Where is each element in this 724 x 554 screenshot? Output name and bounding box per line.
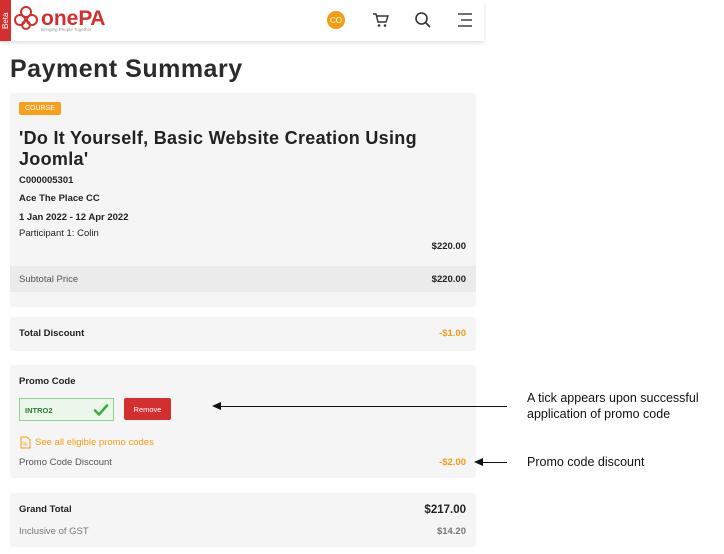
gst-label: Inclusive of GST (19, 526, 89, 537)
course-price: $220.00 (431, 241, 466, 252)
coupon-icon: % (20, 436, 31, 449)
logo-wordmark: onePA (41, 8, 105, 29)
promo-discount-value: -$2.00 (439, 457, 466, 468)
discount-annotation-arrowhead (474, 458, 483, 466)
eligible-promo-link[interactable]: % See all eligible promo codes (19, 436, 154, 449)
cart-icon[interactable] (372, 11, 390, 29)
discount-annotation: Promo code discount (527, 455, 645, 469)
top-navbar: Beta onePA Bringing People Together CO (0, 0, 484, 41)
onepa-logo-icon (14, 6, 38, 30)
total-discount-label: Total Discount (19, 328, 85, 339)
app-screen: Beta onePA Bringing People Together CO P… (0, 0, 484, 554)
course-title: 'Do It Yourself, Basic Website Creation … (19, 128, 417, 169)
promo-discount-label: Promo Code Discount (19, 457, 112, 468)
beta-tag: Beta (0, 0, 11, 41)
menu-icon[interactable] (456, 11, 474, 29)
tick-annotation: A tick appears upon successful applicati… (527, 390, 699, 422)
tick-annotation-arrow-line (220, 406, 507, 407)
total-discount-card: Total Discount -$1.00 (10, 317, 476, 351)
grand-total-value: $217.00 (424, 504, 466, 516)
promo-code-card: Promo Code INTRO2 Remove % See all eligi… (10, 365, 476, 478)
total-discount-value: -$1.00 (439, 328, 466, 339)
check-icon (93, 404, 109, 416)
tick-annotation-line1: A tick appears upon successful (527, 391, 699, 405)
promo-code-label: Promo Code (19, 376, 76, 387)
course-badge: COURSE (19, 102, 61, 115)
tick-annotation-line2: application of promo code (527, 407, 671, 421)
eligible-promo-text: See all eligible promo codes (35, 437, 154, 448)
user-avatar[interactable]: CO (327, 11, 345, 29)
participant-name: Participant 1: Colin (19, 228, 99, 239)
svg-text:%: % (22, 442, 28, 448)
grand-total-label: Grand Total (19, 504, 72, 515)
stage: Beta onePA Bringing People Together CO P… (0, 0, 724, 554)
subtotal-label: Subtotal Price (19, 274, 79, 285)
promo-code-value: INTRO2 (25, 406, 53, 415)
discount-annotation-arrow-line (482, 462, 507, 463)
course-dates: 1 Jan 2022 - 12 Apr 2022 (19, 212, 129, 223)
course-code: C000005301 (19, 175, 74, 186)
tick-annotation-arrowhead (212, 402, 221, 410)
search-icon[interactable] (414, 11, 432, 29)
course-summary-card: COURSE 'Do It Yourself, Basic Website Cr… (10, 93, 476, 307)
subtotal-value: $220.00 (431, 274, 466, 285)
promo-code-field[interactable]: INTRO2 (19, 398, 114, 421)
grand-total-card: Grand Total $217.00 Inclusive of GST $14… (10, 493, 476, 547)
logo-tagline: Bringing People Together (41, 27, 92, 32)
remove-promo-button[interactable]: Remove (124, 398, 171, 420)
page-title: Payment Summary (10, 55, 243, 83)
gst-value: $14.20 (436, 526, 466, 537)
course-venue: Ace The Place CC (19, 193, 100, 204)
subtotal-row: Subtotal Price $220.00 (10, 266, 476, 292)
